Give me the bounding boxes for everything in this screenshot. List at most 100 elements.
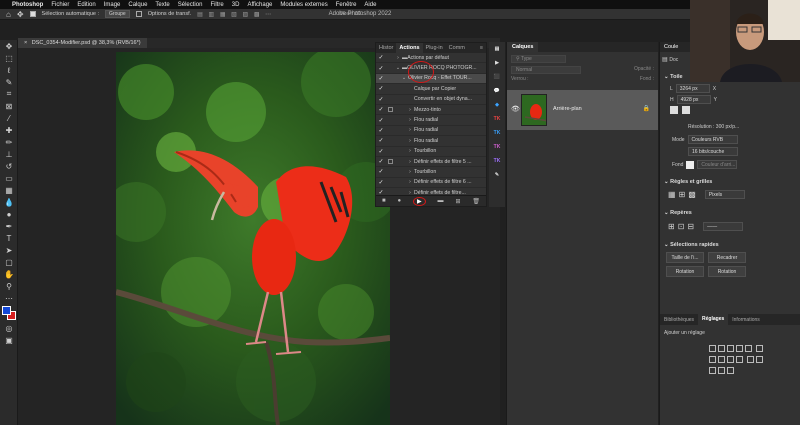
color-swatches[interactable] xyxy=(0,304,17,322)
menu-filtre[interactable]: Filtre xyxy=(210,2,223,8)
trash-icon[interactable]: 🗑 xyxy=(472,198,480,205)
close-tab-icon[interactable]: × xyxy=(24,40,27,46)
expand-chevron-icon[interactable]: ⌄ xyxy=(400,75,408,81)
zoom-tool-icon[interactable]: ⚲ xyxy=(0,280,18,292)
guides-section-title[interactable]: ⌄ Repères xyxy=(664,210,692,216)
expand-chevron-icon[interactable]: › xyxy=(394,55,402,61)
action-row[interactable]: ✓ › Flou radial xyxy=(376,126,486,137)
auto-select-dropdown[interactable]: Groupe xyxy=(105,10,130,18)
toggle-check-icon[interactable]: ✓ xyxy=(376,106,386,113)
guides-icon[interactable]: ▩ xyxy=(688,190,696,199)
guide-layout-icon-1[interactable]: ⊞ xyxy=(668,222,675,231)
move-tool-icon[interactable]: ✥ xyxy=(0,40,18,52)
action-row[interactable]: ✓ › Définir effets de filtre 6 ... xyxy=(376,178,486,189)
image-size-button[interactable]: Taille de l'i... xyxy=(666,252,704,263)
quick-mask-icon[interactable]: ◎ xyxy=(0,322,18,334)
toggle-check-icon[interactable]: ✓ xyxy=(376,85,386,92)
play-strip-icon[interactable]: ▶ xyxy=(489,56,505,70)
dialog-toggle-icon[interactable] xyxy=(386,64,394,72)
menu-texte[interactable]: Texte xyxy=(155,2,169,8)
extension-5-icon[interactable]: TK xyxy=(489,154,505,168)
marquee-tool-icon[interactable]: ⬚ xyxy=(0,52,18,64)
toggle-check-icon[interactable]: ✓ xyxy=(376,65,386,72)
expand-chevron-icon[interactable]: › xyxy=(406,169,414,175)
dialog-toggle-icon[interactable] xyxy=(386,54,394,62)
dialog-toggle-icon[interactable] xyxy=(386,147,394,155)
tab-history[interactable]: Histor xyxy=(376,45,396,51)
type-tool-icon[interactable]: T xyxy=(0,232,18,244)
blend-mode-dropdown[interactable]: Normal xyxy=(511,66,581,74)
new-set-icon[interactable]: ▬ xyxy=(438,198,444,204)
dialog-toggle-icon[interactable] xyxy=(386,158,394,166)
record-icon[interactable]: ● xyxy=(397,198,401,204)
tab-adjustments[interactable]: Réglages xyxy=(698,314,729,325)
dialog-toggle-icon[interactable] xyxy=(386,116,394,124)
panel-menu-icon[interactable]: ≡ xyxy=(477,45,486,51)
orientation-icons[interactable] xyxy=(670,106,690,116)
brush-strip-icon[interactable]: ✎ xyxy=(489,168,505,182)
auto-select-checkbox[interactable] xyxy=(29,11,36,17)
toggle-check-icon[interactable]: ✓ xyxy=(376,168,386,175)
dialog-toggle-icon[interactable] xyxy=(386,106,394,114)
canvas-height-field[interactable]: 4928 px xyxy=(676,95,711,104)
crop-tool-icon[interactable]: ⌗ xyxy=(0,88,18,100)
toggle-check-icon[interactable]: ✓ xyxy=(376,96,386,103)
eyedropper-tool-icon[interactable]: ⁄ xyxy=(0,112,18,124)
toggle-check-icon[interactable]: ✓ xyxy=(376,54,386,61)
grid-icon[interactable]: ⊞ xyxy=(679,190,686,199)
layer-row[interactable]: 👁 Arrière-plan 🔒 xyxy=(507,90,658,130)
action-row[interactable]: ✓ › Tourbillon xyxy=(376,167,486,178)
fill-dropdown[interactable]: Couleur d'arri... xyxy=(697,160,738,169)
healing-tool-icon[interactable]: ✚ xyxy=(0,124,18,136)
color-mode-dropdown[interactable]: Couleurs RVB xyxy=(687,135,738,144)
toggle-check-icon[interactable]: ✓ xyxy=(376,179,386,186)
brush-tool-icon[interactable]: ✏ xyxy=(0,136,18,148)
tab-plugins[interactable]: Plug-in xyxy=(423,45,446,51)
tab-layers[interactable]: Calques xyxy=(507,42,539,52)
fill-swatch[interactable] xyxy=(686,160,695,169)
dialog-toggle-icon[interactable] xyxy=(386,178,394,186)
blur-tool-icon[interactable]: 💧 xyxy=(0,196,18,208)
rules-section-title[interactable]: ⌄ Règles et grilles xyxy=(664,179,712,185)
dialog-toggle-icon[interactable] xyxy=(386,137,394,145)
action-row[interactable]: ✓ › Définir effets de filtre 5 ... xyxy=(376,157,486,168)
foreground-color-swatch[interactable] xyxy=(2,306,11,315)
tab-comments[interactable]: Comm xyxy=(446,45,468,51)
expand-chevron-icon[interactable]: › xyxy=(406,159,414,165)
layer-thumbnail[interactable] xyxy=(521,94,547,126)
action-row[interactable]: ✓ › Tourbillon xyxy=(376,147,486,157)
expand-chevron-icon[interactable]: ⌄ xyxy=(394,65,402,71)
toile-section-title[interactable]: ⌄ Toile xyxy=(664,74,683,80)
menu-affichage[interactable]: Affichage xyxy=(247,2,272,8)
transform-controls-checkbox[interactable] xyxy=(135,11,142,17)
tab-color[interactable]: Coule xyxy=(660,42,682,52)
history-brush-tool-icon[interactable]: ↺ xyxy=(0,160,18,172)
toggle-check-icon[interactable]: ✓ xyxy=(376,137,386,144)
document-tab[interactable]: × DSC_0354-Modifier.psd @ 38,3% (RVB/16*… xyxy=(18,38,147,48)
extension-2-icon[interactable]: TK xyxy=(489,112,505,126)
tab-actions[interactable]: Actions xyxy=(396,43,423,53)
extension-1-icon[interactable]: ◆ xyxy=(489,98,505,112)
dodge-tool-icon[interactable]: ● xyxy=(0,208,18,220)
toggle-check-icon[interactable]: ✓ xyxy=(376,117,386,124)
tab-info[interactable]: Informations xyxy=(728,317,764,323)
menu-aide[interactable]: Aide xyxy=(364,2,376,8)
action-row[interactable]: ✓ Calque par Copier xyxy=(376,84,486,95)
play-icon[interactable]: ▶ xyxy=(413,196,426,206)
expand-chevron-icon[interactable]: › xyxy=(406,127,414,133)
dialog-toggle-icon[interactable] xyxy=(386,126,394,134)
quick-select-tool-icon[interactable]: ✎ xyxy=(0,76,18,88)
menu-photoshop[interactable]: Photoshop xyxy=(12,2,43,8)
action-row[interactable]: ✓ › Mezzo-tinto xyxy=(376,105,486,116)
expand-chevron-icon[interactable]: › xyxy=(406,179,414,185)
expand-chevron-icon[interactable]: › xyxy=(406,138,414,144)
stop-icon[interactable]: ■ xyxy=(382,198,386,204)
toggle-check-icon[interactable]: ✓ xyxy=(376,158,386,165)
extension-3-icon[interactable]: TK xyxy=(489,126,505,140)
guide-style-dropdown[interactable]: —— xyxy=(703,222,744,231)
more-tools-icon[interactable]: ⋯ xyxy=(0,292,18,304)
align-icons[interactable]: ▤ ▥ ▦ ▧ ▨ ▩ ⋯ xyxy=(197,11,273,18)
pen-tool-icon[interactable]: ✒ xyxy=(0,220,18,232)
dialog-toggle-icon[interactable] xyxy=(386,85,394,93)
menu-s-lection[interactable]: Sélection xyxy=(178,2,203,8)
